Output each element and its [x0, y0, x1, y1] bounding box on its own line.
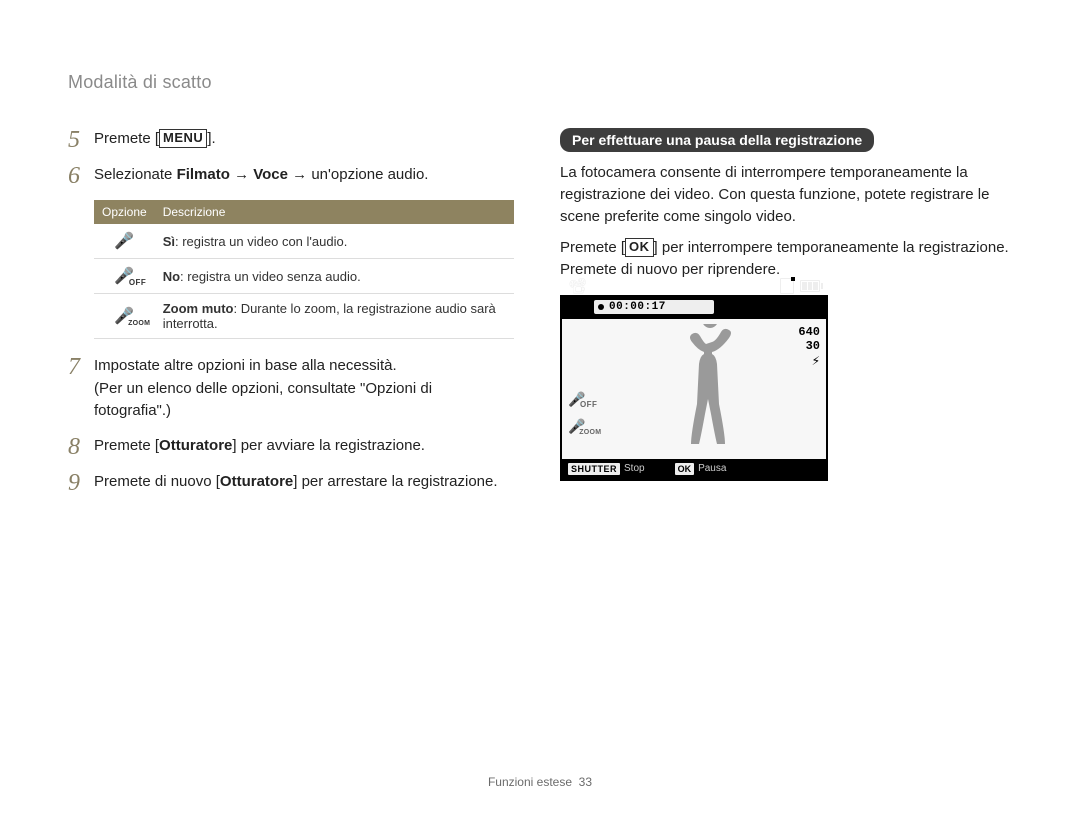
- row-label: Zoom muto: [163, 301, 234, 316]
- sd-card-icon: [780, 278, 794, 294]
- footer-label: Funzioni estese: [488, 775, 572, 789]
- mic-zoom-icon: 🎤ZOOM: [94, 294, 155, 339]
- section-pill: Per effettuare una pausa della registraz…: [560, 128, 874, 152]
- mic-zoom-icon: 🎤ZOOM: [568, 418, 585, 435]
- row-text: : registra un video senza audio.: [180, 269, 361, 284]
- table-row: 🎤ZOOM Zoom muto: Durante lo zoom, la reg…: [94, 294, 514, 339]
- battery-icon: [800, 280, 820, 292]
- row-label: No: [163, 269, 180, 284]
- step-7: 7 Impostate altre opzioni in base alla n…: [68, 355, 506, 423]
- step8-post: ] per avviare la registrazione.: [232, 437, 425, 454]
- row-no-desc: No: registra un video senza audio.: [155, 259, 514, 294]
- row-zoom-desc: Zoom muto: Durante lo zoom, la registraz…: [155, 294, 514, 339]
- right-para1: La fotocamera consente di interrompere t…: [560, 162, 1010, 227]
- ok-button-icon: OK: [625, 238, 654, 257]
- step6-pre: Selezionate: [94, 166, 177, 183]
- step-text: Impostate altre opzioni in base alla nec…: [94, 355, 506, 423]
- row-si-desc: Sì: registra un video con l'audio.: [155, 224, 514, 259]
- menu-button-icon: MENU: [159, 129, 207, 148]
- rec-dot-icon: [598, 304, 604, 310]
- step-5: 5 Premete [MENU].: [68, 128, 506, 152]
- step-number: 8: [68, 435, 94, 459]
- page-heading: Modalità di scatto: [68, 72, 212, 93]
- lcd-status-icons: [780, 278, 820, 294]
- lcd-stop-label: Stop: [624, 463, 645, 474]
- description-col-header: Descrizione: [155, 200, 514, 224]
- camcorder-icon: 📽: [568, 277, 587, 295]
- ok-tag-icon: OK: [675, 463, 695, 475]
- flash-icon: ⚡: [798, 354, 820, 371]
- lcd-bottom-bar: SHUTTER Stop OK Pausa: [562, 459, 826, 479]
- step8-pre: Premete [: [94, 437, 159, 454]
- right-para2: Premete [OK] per interrompere temporanea…: [560, 237, 1010, 281]
- step-number: 6: [68, 164, 94, 188]
- step-number: 7: [68, 355, 94, 423]
- lcd-side-labels: 640 30 ⚡: [798, 325, 820, 371]
- option-col-header: Opzione: [94, 200, 155, 224]
- step5-post: ].: [207, 130, 215, 147]
- shutter-tag-icon: SHUTTER: [568, 463, 620, 475]
- para2-pre: Premete [: [560, 239, 625, 256]
- right-column: Per effettuare una pausa della registraz…: [560, 128, 1010, 481]
- lcd-left-icons: 🎤OFF 🎤ZOOM: [568, 391, 585, 445]
- table-row: 🎤OFF No: registra un video senza audio.: [94, 259, 514, 294]
- lcd-pause-label: Pausa: [698, 463, 726, 474]
- rec-time-bar: 00:00:17: [594, 300, 714, 314]
- step5-pre: Premete [: [94, 130, 159, 147]
- left-column: 5 Premete [MENU]. 6 Selezionate Filmato …: [68, 128, 506, 507]
- step9-post: ] per arrestare la registrazione.: [293, 473, 497, 490]
- option-table: Opzione Descrizione 🎤 Sì: registra un vi…: [94, 200, 514, 339]
- mic-on-icon: 🎤: [94, 224, 155, 259]
- row-text: : registra un video con l'audio.: [175, 234, 347, 249]
- step-text: Premete [MENU].: [94, 128, 506, 152]
- step9-bold: Otturatore: [220, 473, 293, 490]
- lcd-body: 640 30 ⚡ 🎤OFF 🎤ZOOM: [562, 319, 826, 459]
- step9-pre: Premete di nuovo [: [94, 473, 220, 490]
- table-row: 🎤 Sì: registra un video con l'audio.: [94, 224, 514, 259]
- step6-filmato: Filmato: [177, 166, 230, 183]
- step-number: 5: [68, 128, 94, 152]
- step-9: 9 Premete di nuovo [Otturatore] per arre…: [68, 471, 506, 495]
- row-label: Sì: [163, 234, 175, 249]
- step6-arrow2: → un'opzione audio.: [288, 166, 428, 183]
- mic-off-icon: 🎤OFF: [94, 259, 155, 294]
- lcd-preview: 📽 00:00:17 640 30 ⚡ 🎤OFF 🎤ZOOM: [560, 295, 828, 481]
- step7-line1: Impostate altre opzioni in base alla nec…: [94, 357, 397, 374]
- person-silhouette-icon: [662, 324, 762, 459]
- step6-arrow1: →: [230, 166, 253, 183]
- page-footer: Funzioni estese 33: [0, 775, 1080, 789]
- step-text: Premete [Otturatore] per avviare la regi…: [94, 435, 506, 459]
- step-number: 9: [68, 471, 94, 495]
- step-text: Selezionate Filmato → Voce → un'opzione …: [94, 164, 506, 188]
- step8-bold: Otturatore: [159, 437, 232, 454]
- footer-page: 33: [579, 775, 592, 789]
- step7-line2: (Per un elenco delle opzioni, consultate…: [94, 380, 432, 420]
- step-text: Premete di nuovo [Otturatore] per arrest…: [94, 471, 506, 495]
- lcd-top-bar: 📽 00:00:17: [562, 297, 826, 319]
- step-6: 6 Selezionate Filmato → Voce → un'opzion…: [68, 164, 506, 188]
- rec-time: 00:00:17: [609, 301, 666, 313]
- step6-voce: Voce: [253, 166, 288, 183]
- step-8: 8 Premete [Otturatore] per avviare la re…: [68, 435, 506, 459]
- lcd-res: 640: [798, 325, 820, 339]
- lcd-fps: 30: [798, 339, 820, 353]
- mic-off-icon: 🎤OFF: [568, 391, 585, 408]
